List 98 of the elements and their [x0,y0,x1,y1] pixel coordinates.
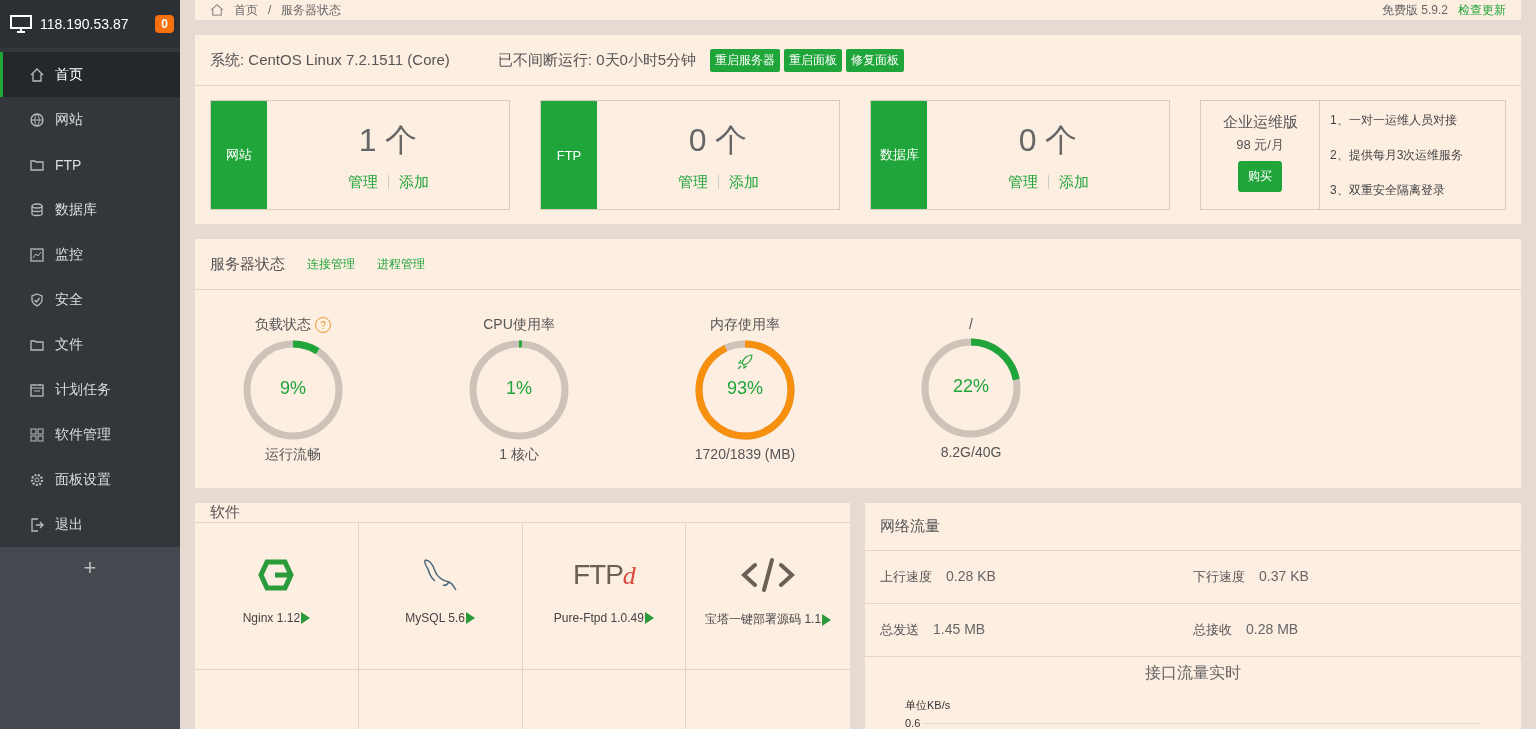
sidebar-item[interactable]: 首页 [0,52,180,97]
play-icon[interactable] [644,612,654,624]
play-icon[interactable] [822,613,832,626]
feature-text: 1、一对一运维人员对接 [1330,111,1458,129]
manage-link[interactable]: 管理 [677,172,708,192]
rocket-icon[interactable] [736,353,754,371]
notification-badge[interactable]: 0 [155,15,174,33]
uptime-text: 已不间断运行: 0天0小时5分钟 [497,50,697,70]
gauge-title: / [969,316,973,332]
gauge-title: 内存使用率 [710,316,780,334]
stat-value: 0.37 KB [1259,567,1309,586]
gauge-caption: 运行流畅 [265,446,321,464]
software-tile[interactable]: Nginx 1.12 [195,523,359,670]
manage-link[interactable]: 管理 [347,172,378,192]
home-icon [29,66,45,83]
sidebar-item[interactable]: 计划任务 [0,367,180,412]
chart-icon [29,246,45,263]
add-link[interactable]: 添加 [728,172,759,192]
gauge-caption: 1 核心 [499,446,539,464]
software-name: Nginx 1.12 [242,611,301,625]
stat-label: 网站 [211,101,267,209]
sidebar-item[interactable]: 软件管理 [0,412,180,457]
software-tile[interactable]: 宝塔一键部署源码 1.1 [686,523,850,670]
stat-value: 0.28 KB [946,567,996,586]
feature-text: 2、提供每月3次运维服务 [1330,146,1464,164]
version-label: 免费版 5.9.2 [1381,1,1448,19]
host-address: 118.190.53.87 [40,16,130,32]
grid-icon [29,426,45,443]
database-icon [29,201,45,218]
breadcrumb-separator: / [268,3,272,17]
section-title: 服务器状态 [210,254,285,274]
plan-price: 98 元/月 [1236,136,1284,154]
stat-label: FTP [541,101,597,209]
chart-title: 接口流量实时 [1144,663,1242,683]
gauge-title: CPU使用率 [483,316,555,334]
axis-tick: 0.6 [905,717,921,729]
stat-label: 下行速度 [1193,567,1245,586]
code-icon [741,557,796,593]
tab-link[interactable]: 进程管理 [377,255,425,273]
hexagon-g-icon [258,559,295,591]
sidebar-item[interactable]: FTP [0,142,180,187]
gauge-value: 9% [279,378,307,399]
update-link[interactable]: 检查更新 [1458,1,1506,19]
stat-label: 数据库 [871,101,927,209]
monitor-icon [10,15,32,33]
stat-label: 上行速度 [880,567,932,586]
sidebar-item[interactable]: 安全 [0,277,180,322]
section-title: 网络流量 [880,516,940,536]
add-link[interactable]: 添加 [398,172,429,192]
add-button[interactable]: + [83,555,97,581]
action-button[interactable]: 修复面板 [846,48,905,72]
sidebar-item[interactable]: 网站 [0,97,180,142]
sidebar-item[interactable]: 文件 [0,322,180,367]
add-link[interactable]: 添加 [1058,172,1089,192]
buy-button[interactable]: 购买 [1238,161,1282,192]
stat-label: 总接收 [1193,620,1232,639]
globe-icon [29,111,45,128]
exit-icon [29,516,45,533]
software-name: MySQL 5.6 [405,611,465,625]
stat-count: 1 个 [358,120,418,160]
plan-title: 企业运维版 [1222,113,1298,132]
sidebar-item[interactable]: 监控 [0,232,180,277]
action-button[interactable]: 重启服务器 [710,48,781,72]
gauge-caption: 8.2G/40G [940,444,1002,460]
sidebar-item[interactable]: 面板设置 [0,457,180,502]
sidebar-item[interactable]: 数据库 [0,187,180,232]
home-icon [210,4,224,16]
stat-count: 0 个 [688,120,748,160]
dolphin-icon [421,557,460,593]
gauge-value: 93% [726,378,764,399]
settings-icon [29,471,45,488]
stat-count: 0 个 [1018,120,1078,160]
stat-value: 0.28 MB [1246,620,1299,639]
action-button[interactable]: 重启面板 [784,48,843,72]
ftpd-logo: FTPd [572,559,635,591]
gauge-title: 负载状态 [255,316,311,334]
software-tile[interactable]: MySQL 5.6 [358,523,523,670]
stat-value: 1.45 MB [933,620,986,639]
tab-link[interactable]: 连接管理 [307,255,355,273]
sidebar-item[interactable]: 退出 [0,502,180,547]
calendar-icon [29,381,45,398]
manage-link[interactable]: 管理 [1007,172,1038,192]
software-name: 宝塔一键部署源码 1.1 [705,611,822,628]
software-tile[interactable]: FTPd Pure-Ftpd 1.0.49 [522,523,687,670]
gauge-caption: 1720/1839 (MB) [694,446,796,462]
play-icon[interactable] [465,612,475,624]
feature-text: 3、双重安全隔离登录 [1330,181,1446,199]
breadcrumb-item[interactable]: 首页 [234,1,258,19]
system-info: 系统: CentOS Linux 7.2.1511 (Core) [210,50,450,70]
axis-unit: 单位KB/s [905,698,952,713]
gauge-value: 22% [952,376,990,397]
gauge-value: 1% [505,378,533,399]
software-name: Pure-Ftpd 1.0.49 [553,611,644,625]
shield-icon [29,291,45,308]
play-icon[interactable] [301,612,311,624]
breadcrumb-item: 服务器状态 [281,1,342,19]
section-title: 软件 [210,503,240,522]
stat-label: 总发送 [880,620,919,639]
